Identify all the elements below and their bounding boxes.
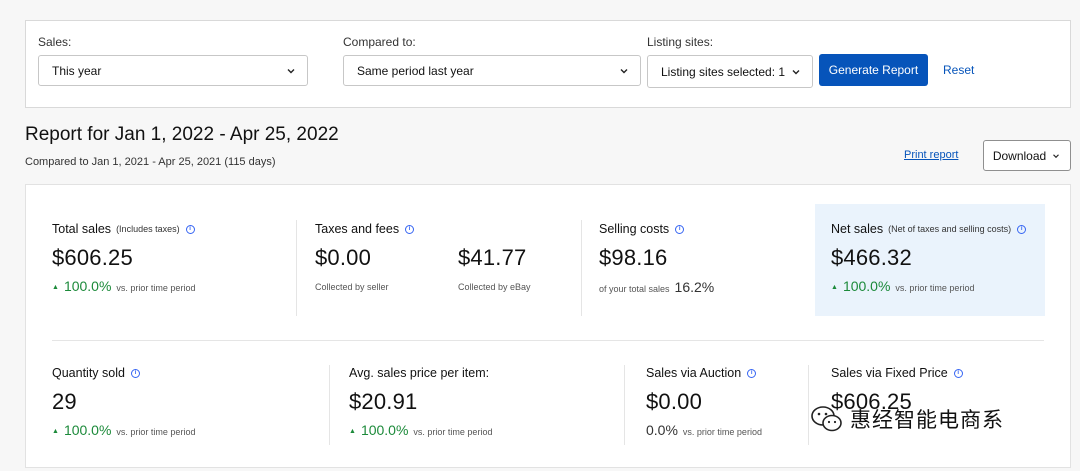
quantity-sold-label: Quantity sold (52, 366, 125, 380)
total-sales-vs: vs. prior time period (116, 283, 196, 293)
info-icon[interactable]: i (953, 368, 963, 378)
selling-costs-pct: 16.2% (674, 279, 715, 295)
auction-value: $0.00 (646, 389, 703, 414)
comparison-subtitle: Compared to Jan 1, 2021 - Apr 25, 2021 (… (25, 156, 276, 168)
info-icon[interactable]: i (405, 224, 415, 234)
auction-change: 0.0% (646, 422, 678, 438)
compared-label: Compared to: (343, 35, 416, 49)
taxes-ebay-note: Collected by eBay (458, 282, 531, 292)
generate-report-button[interactable]: Generate Report (819, 54, 928, 86)
compared-field: Compared to: Same period last year (343, 35, 641, 86)
info-icon[interactable]: i (1017, 224, 1027, 234)
divider (329, 365, 330, 445)
auction-label: Sales via Auction (646, 366, 742, 380)
net-sales-card: Net sales (Net of taxes and selling cost… (831, 222, 1027, 294)
net-sales-change: 100.0% (842, 278, 891, 294)
chevron-down-icon (1053, 153, 1060, 158)
watermark: 惠经智能电商系 (810, 404, 1004, 434)
sites-select-value: Listing sites selected: 1 (661, 64, 786, 79)
selling-costs-card: Selling costs i $98.16 of your total sal… (599, 222, 714, 295)
auction-card: Sales via Auction i $0.00 0.0% vs. prior… (646, 366, 762, 438)
quantity-sold-change: 100.0% (63, 422, 112, 438)
info-icon[interactable]: i (185, 224, 195, 234)
compared-select-value: Same period last year (357, 63, 474, 78)
up-arrow-icon: ▲ (52, 284, 59, 291)
auction-vs: vs. prior time period (682, 427, 762, 437)
fixed-price-label: Sales via Fixed Price (831, 366, 948, 380)
chevron-down-icon (287, 68, 295, 73)
avg-price-vs: vs. prior time period (413, 427, 493, 437)
compared-select[interactable]: Same period last year (343, 55, 641, 86)
divider (296, 220, 297, 316)
taxes-seller-value: $0.00 (315, 245, 372, 270)
net-sales-value: $466.32 (831, 245, 912, 270)
up-arrow-icon: ▲ (831, 284, 838, 291)
info-icon[interactable]: i (747, 368, 757, 378)
quantity-sold-value: 29 (52, 389, 77, 414)
filter-panel: Sales: This year Compared to: Same perio… (25, 20, 1071, 108)
up-arrow-icon: ▲ (52, 428, 59, 435)
net-sales-vs: vs. prior time period (895, 283, 975, 293)
quantity-sold-card: Quantity sold i 29 ▲ 100.0% vs. prior ti… (52, 366, 195, 438)
total-sales-value: $606.25 (52, 245, 133, 270)
chevron-down-icon (620, 68, 628, 73)
taxes-fees-card: Taxes and fees i $0.00 Collected by sell… (315, 222, 415, 292)
taxes-fees-label: Taxes and fees (315, 222, 400, 236)
sites-field: Listing sites: Listing sites selected: 1 (647, 35, 813, 88)
sales-label: Sales: (38, 35, 72, 49)
watermark-text: 惠经智能电商系 (850, 409, 1004, 432)
avg-price-label: Avg. sales price per item: (349, 366, 490, 380)
avg-price-card: Avg. sales price per item: $20.91 ▲ 100.… (349, 366, 492, 438)
taxes-ebay-card: $41.77 Collected by eBay (458, 222, 531, 292)
wechat-icon (811, 406, 842, 432)
sites-select[interactable]: Listing sites selected: 1 (647, 55, 813, 88)
taxes-ebay-value: $41.77 (458, 245, 527, 270)
row-divider (52, 340, 1044, 341)
net-sales-label: Net sales (831, 222, 884, 236)
sales-select[interactable]: This year (38, 55, 308, 86)
print-report-link[interactable]: Print report (904, 149, 958, 161)
total-sales-card: Total sales (Includes taxes) i $606.25 ▲… (52, 222, 195, 294)
sales-field: Sales: This year (38, 35, 308, 86)
sites-label: Listing sites: (647, 35, 714, 49)
page-title: Report for Jan 1, 2022 - Apr 25, 2022 (25, 124, 339, 145)
selling-costs-label: Selling costs (599, 222, 670, 236)
avg-price-value: $20.91 (349, 389, 418, 414)
download-button[interactable]: Download (983, 140, 1071, 171)
info-icon[interactable]: i (130, 368, 140, 378)
net-sales-note: (Net of taxes and selling costs) (888, 224, 1012, 234)
divider (808, 365, 809, 445)
info-icon[interactable]: i (675, 224, 685, 234)
total-sales-change: 100.0% (63, 278, 112, 294)
chevron-down-icon (792, 69, 800, 74)
up-arrow-icon: ▲ (349, 428, 356, 435)
divider (624, 365, 625, 445)
download-label: Download (992, 148, 1047, 163)
divider (581, 220, 582, 316)
sales-select-value: This year (52, 63, 102, 78)
quantity-sold-vs: vs. prior time period (116, 427, 196, 437)
total-sales-label: Total sales (52, 222, 112, 236)
selling-costs-value: $98.16 (599, 245, 668, 270)
reset-link[interactable]: Reset (943, 63, 974, 77)
selling-costs-note: of your total sales (599, 284, 670, 294)
total-sales-note: (Includes taxes) (116, 224, 180, 234)
avg-price-change: 100.0% (360, 422, 409, 438)
taxes-seller-note: Collected by seller (315, 282, 389, 292)
